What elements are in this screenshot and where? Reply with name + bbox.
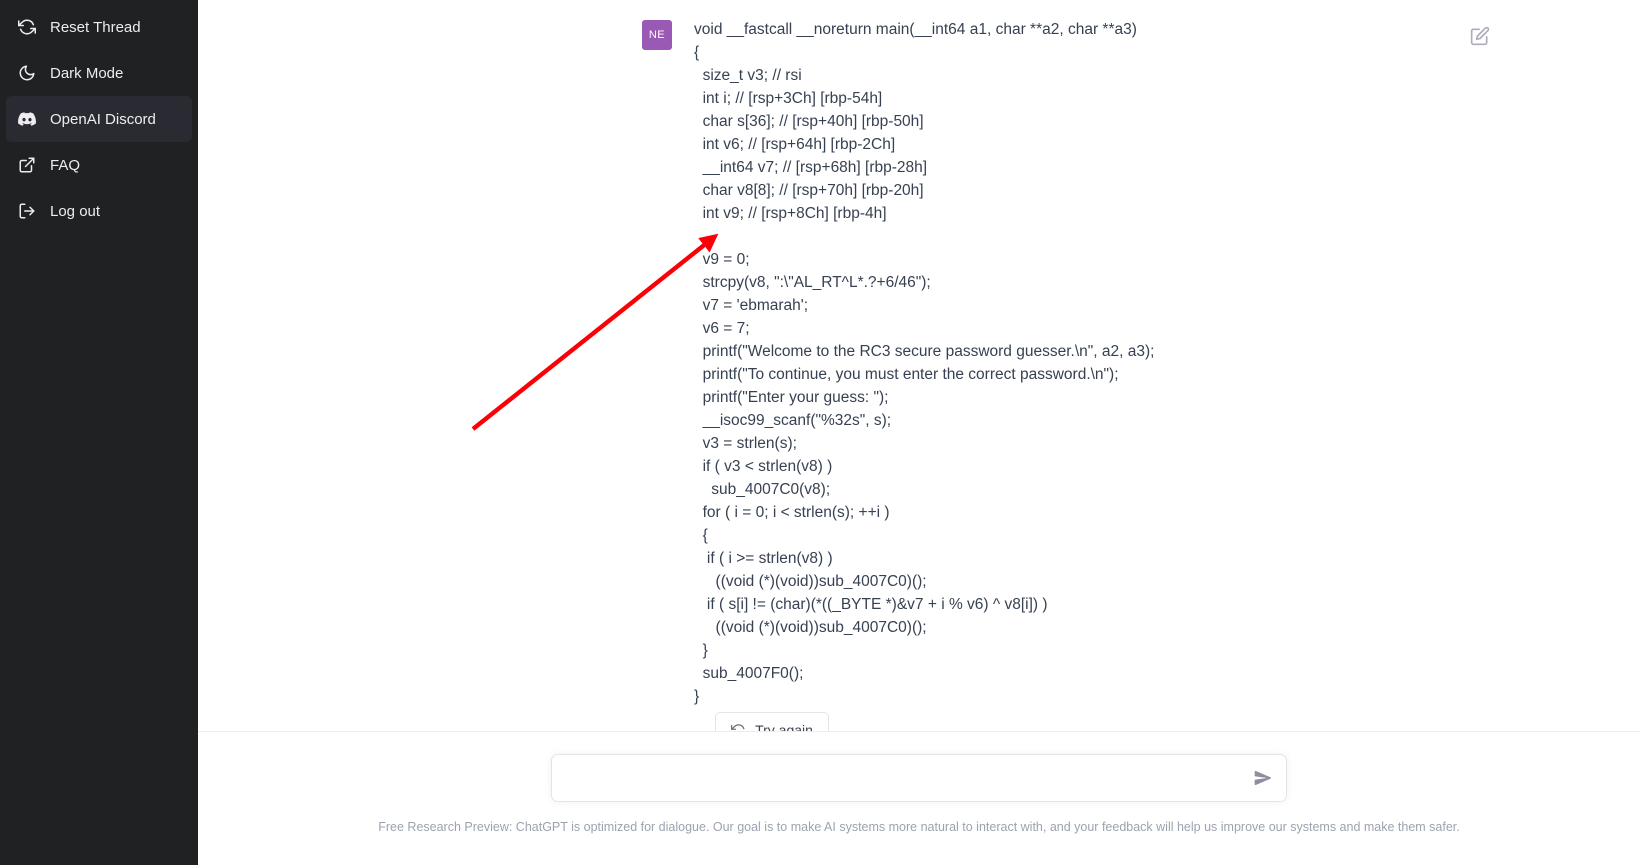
sidebar-item-label: Reset Thread — [50, 18, 141, 36]
sidebar: Reset Thread Dark Mode OpenAI Discord FA… — [0, 0, 198, 865]
main-panel: NE void __fastcall __noreturn main(__int… — [198, 0, 1640, 865]
external-link-icon — [18, 156, 36, 174]
prompt-composer[interactable] — [551, 754, 1287, 802]
sidebar-item-openai-discord[interactable]: OpenAI Discord — [6, 96, 192, 142]
conversation-thread: NE void __fastcall __noreturn main(__int… — [198, 0, 1640, 731]
decompiled-code-block: void __fastcall __noreturn main(__int64 … — [694, 21, 1155, 705]
try-again-button[interactable]: Try again — [715, 712, 829, 731]
sidebar-item-faq[interactable]: FAQ — [6, 142, 192, 188]
discord-icon — [18, 110, 36, 128]
send-arrow-icon[interactable] — [1252, 767, 1274, 789]
composer-area: Free Research Preview: ChatGPT is optimi… — [198, 731, 1640, 865]
logout-icon — [18, 202, 36, 220]
moon-icon — [18, 64, 36, 82]
regenerate-row: Try again — [198, 712, 1640, 731]
sidebar-item-label: Dark Mode — [50, 64, 124, 82]
prompt-input[interactable] — [552, 755, 1286, 801]
avatar: NE — [642, 20, 672, 50]
sidebar-item-label: FAQ — [50, 156, 81, 174]
edit-pencil-icon[interactable] — [1470, 26, 1490, 46]
sidebar-item-label: Log out — [50, 202, 101, 220]
sidebar-item-log-out[interactable]: Log out — [6, 188, 192, 234]
sidebar-item-label: OpenAI Discord — [50, 110, 156, 128]
footer-disclaimer: Free Research Preview: ChatGPT is optimi… — [378, 820, 1460, 834]
chatgpt-window: Reset Thread Dark Mode OpenAI Discord FA… — [0, 0, 1640, 865]
try-again-label: Try again — [755, 722, 813, 731]
sidebar-item-dark-mode[interactable]: Dark Mode — [6, 50, 192, 96]
assistant-message: NE void __fastcall __noreturn main(__int… — [198, 0, 1640, 708]
refresh-icon — [18, 18, 36, 36]
message-body: void __fastcall __noreturn main(__int64 … — [694, 18, 1640, 708]
sidebar-item-reset-thread[interactable]: Reset Thread — [6, 4, 192, 50]
refresh-icon — [731, 723, 747, 731]
